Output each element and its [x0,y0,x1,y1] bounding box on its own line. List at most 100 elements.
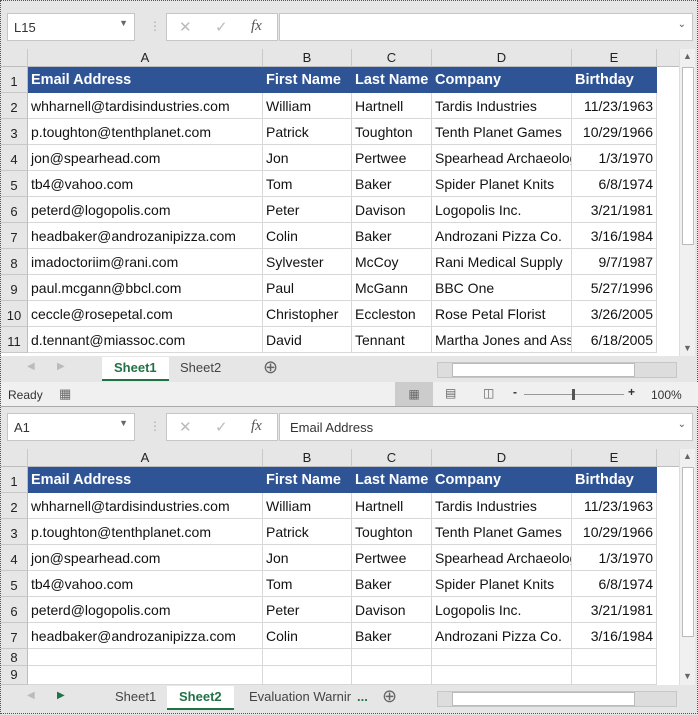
header-cell[interactable]: Company [432,467,572,493]
table-cell[interactable]: David [263,327,352,353]
table-cell[interactable]: McGann [352,275,432,301]
row-header[interactable]: 5 [1,571,28,597]
table-cell[interactable]: Tenth Planet Games [432,519,572,545]
column-header-C[interactable]: C [352,449,432,467]
table-cell[interactable]: 3/21/1981 [572,197,657,223]
table-cell[interactable]: 1/3/1970 [572,545,657,571]
table-cell[interactable] [572,666,657,685]
table-cell[interactable]: Spearhead Archaeology [432,145,572,171]
header-cell[interactable]: Email Address [28,67,263,93]
table-cell[interactable]: Logopolis Inc. [432,597,572,623]
header-cell[interactable]: Email Address [28,467,263,493]
chevron-down-icon[interactable]: ▼ [119,418,128,428]
table-cell[interactable]: 6/8/1974 [572,171,657,197]
chevron-down-icon[interactable]: ⌄ [678,419,686,430]
worksheet-grid[interactable]: A B C D E 1 Email Address First Name Last Name Co… [1,49,679,356]
table-cell[interactable]: Jon [263,145,352,171]
table-cell[interactable]: Rani Medical Supply [432,249,572,275]
zoom-slider[interactable] [524,389,624,400]
enter-icon[interactable]: ✓ [215,18,228,36]
table-cell[interactable]: Logopolis Inc. [432,197,572,223]
table-cell[interactable]: Paul [263,275,352,301]
table-cell[interactable]: Patrick [263,519,352,545]
header-cell[interactable]: Birthday [572,67,657,93]
table-cell[interactable] [263,649,352,666]
column-header-A[interactable]: A [28,49,263,67]
column-header-E[interactable]: E [572,49,657,67]
table-cell[interactable]: Colin [263,223,352,249]
header-cell[interactable]: First Name [263,467,352,493]
table-cell[interactable]: Hartnell [352,493,432,519]
table-cell[interactable]: ceccle@rosepetal.com [28,301,263,327]
table-cell[interactable]: Baker [352,571,432,597]
table-cell[interactable]: 11/23/1963 [572,493,657,519]
page-layout-icon[interactable]: ▤ [445,386,456,400]
table-cell[interactable]: Baker [352,623,432,649]
table-cell[interactable]: Rose Petal Florist [432,301,572,327]
table-cell[interactable]: Tardis Industries [432,493,572,519]
table-cell[interactable]: McCoy [352,249,432,275]
table-cell[interactable]: Pertwee [352,145,432,171]
chevron-down-icon[interactable]: ⌄ [678,19,686,30]
enter-icon[interactable]: ✓ [215,418,228,436]
table-cell[interactable]: tb4@vahoo.com [28,571,263,597]
table-cell[interactable]: headbaker@androzanipizza.com [28,623,263,649]
row-header[interactable]: 4 [1,145,28,171]
column-header-A[interactable]: A [28,449,263,467]
row-header[interactable]: 3 [1,119,28,145]
scroll-up-icon[interactable]: ▲ [683,51,692,61]
table-cell[interactable]: Hartnell [352,93,432,119]
table-cell[interactable]: Colin [263,623,352,649]
table-cell[interactable]: 3/16/1984 [572,223,657,249]
table-cell[interactable]: Toughton [352,519,432,545]
column-header-B[interactable]: B [263,449,352,467]
row-header[interactable]: 2 [1,93,28,119]
table-cell[interactable]: Tenth Planet Games [432,119,572,145]
table-cell[interactable] [572,649,657,666]
table-cell[interactable]: Eccleston [352,301,432,327]
row-header[interactable]: 6 [1,597,28,623]
vertical-scrollbar[interactable]: ▲ ▼ [679,49,695,356]
tab-sheet2[interactable]: Sheet2 [167,686,234,710]
table-cell[interactable]: 10/29/1966 [572,119,657,145]
table-cell[interactable]: imadoctoriim@rani.com [28,249,263,275]
table-cell[interactable]: 5/27/1996 [572,275,657,301]
table-cell[interactable]: 1/3/1970 [572,145,657,171]
table-cell[interactable]: Jon [263,545,352,571]
table-cell[interactable] [263,666,352,685]
table-cell[interactable]: William [263,493,352,519]
table-cell[interactable]: 9/7/1987 [572,249,657,275]
header-cell[interactable]: First Name [263,67,352,93]
table-cell[interactable]: Davison [352,197,432,223]
tab-sheet1[interactable]: Sheet1 [103,686,168,710]
row-header[interactable]: 8 [1,249,28,275]
scroll-down-icon[interactable]: ▼ [683,343,692,353]
table-cell[interactable] [352,666,432,685]
table-cell[interactable]: 3/21/1981 [572,597,657,623]
row-header[interactable]: 3 [1,519,28,545]
header-cell[interactable]: Birthday [572,467,657,493]
table-cell[interactable]: Sylvester [263,249,352,275]
table-cell[interactable]: whharnell@tardisindustries.com [28,93,263,119]
scroll-thumb[interactable] [452,363,635,377]
row-header[interactable]: 6 [1,197,28,223]
tab-prev-icon[interactable]: ◀ [27,361,35,372]
table-cell[interactable]: jon@spearhead.com [28,145,263,171]
table-cell[interactable]: Toughton [352,119,432,145]
table-cell[interactable]: Tardis Industries [432,93,572,119]
row-header[interactable]: 9 [1,275,28,301]
header-cell[interactable]: Last Name [352,467,432,493]
table-cell[interactable]: peterd@logopolis.com [28,197,263,223]
table-cell[interactable]: Androzani Pizza Co. [432,223,572,249]
tab-next-icon[interactable]: ▶ [57,690,65,701]
fx-icon[interactable]: fx [251,18,262,35]
table-cell[interactable]: peterd@logopolis.com [28,597,263,623]
row-header[interactable]: 10 [1,301,28,327]
table-cell[interactable]: headbaker@androzanipizza.com [28,223,263,249]
table-cell[interactable]: 6/18/2005 [572,327,657,353]
scroll-thumb[interactable] [682,67,694,245]
row-header[interactable]: 7 [1,623,28,649]
zoom-out-icon[interactable]: - [513,385,517,399]
vertical-scrollbar[interactable]: ▲ ▼ [679,449,695,685]
table-cell[interactable]: 10/29/1966 [572,519,657,545]
